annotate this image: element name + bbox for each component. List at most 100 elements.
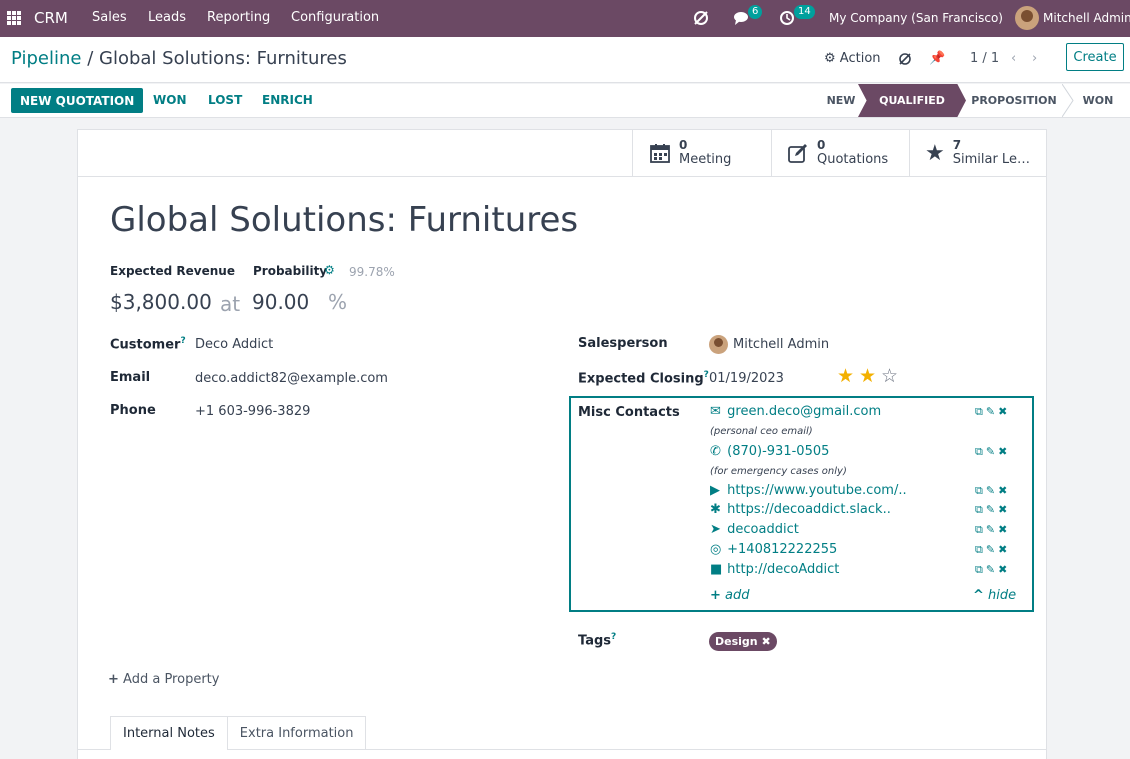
company-switcher[interactable]: My Company (San Francisco) — [829, 11, 1003, 25]
contact-phone-actions[interactable]: ⧉✎✖ — [975, 445, 1010, 459]
copy-icon[interactable]: ⧉ — [975, 405, 986, 418]
won-button[interactable]: WON — [153, 93, 186, 107]
expected-revenue-field[interactable]: $3,800.00 — [110, 290, 212, 314]
tab-internal-notes[interactable]: Internal Notes — [110, 716, 228, 750]
contact-video-actions[interactable]: ⧉✎✖ — [975, 563, 1010, 577]
remove-icon[interactable]: ✖ — [998, 543, 1010, 556]
contact-phone[interactable]: ✆ (870)-931-0505 — [710, 444, 829, 459]
tab-extra-information[interactable]: Extra Information — [227, 716, 367, 750]
menu-configuration[interactable]: Configuration — [291, 10, 379, 25]
priority-star-2-icon[interactable]: ★ — [859, 367, 876, 386]
contact-whatsapp-actions[interactable]: ⧉✎✖ — [975, 543, 1010, 557]
action-menu[interactable]: ⚙ Action — [824, 51, 881, 66]
tag-design[interactable]: Design ✖ — [709, 632, 777, 651]
copy-icon[interactable]: ⧉ — [975, 523, 986, 536]
pencil-icon[interactable]: ✎ — [986, 445, 998, 458]
customer-field[interactable]: Deco Addict — [195, 337, 273, 352]
lead-title[interactable]: Global Solutions: Furnitures — [110, 200, 578, 240]
breadcrumb-pipeline[interactable]: Pipeline — [11, 48, 81, 69]
add-property-button[interactable]: + Add a Property — [108, 672, 219, 687]
pencil-icon[interactable]: ✎ — [986, 563, 998, 576]
priority-star-3-icon[interactable]: ☆ — [881, 367, 898, 386]
copy-icon[interactable]: ⧉ — [975, 484, 986, 497]
stage-qualified[interactable]: QUALIFIED — [858, 84, 966, 117]
user-avatar[interactable] — [1015, 6, 1039, 30]
contact-video-value: http://decoAddict — [727, 562, 840, 577]
pencil-icon[interactable]: ✎ — [986, 523, 998, 536]
contact-telegram-actions[interactable]: ⧉✎✖ — [975, 523, 1010, 537]
control-panel: Pipeline / Global Solutions: Furnitures … — [0, 37, 1130, 83]
telegram-icon: ➤ — [710, 522, 721, 537]
chevron-up-icon: ^ — [973, 588, 984, 603]
priority-star-1-icon[interactable]: ★ — [837, 367, 854, 386]
salesperson-field[interactable]: Mitchell Admin — [733, 337, 829, 352]
enrich-button[interactable]: ENRICH — [262, 93, 313, 107]
pin-icon[interactable]: 📌 — [929, 51, 945, 66]
expected-closing-field[interactable]: 01/19/2023 — [709, 371, 784, 386]
activities-icon[interactable] — [779, 10, 795, 26]
automated-probability: 99.78% — [349, 265, 395, 279]
remove-icon[interactable]: ✖ — [998, 445, 1010, 458]
app-name[interactable]: CRM — [34, 9, 68, 27]
contact-slack-actions[interactable]: ⧉✎✖ — [975, 503, 1010, 517]
contact-slack[interactable]: ✱ https://decoaddict.slack.. — [710, 502, 891, 517]
remove-icon[interactable]: ✖ — [998, 405, 1010, 418]
remove-icon[interactable]: ✖ — [998, 523, 1010, 536]
pager-value[interactable]: 1 / 1 — [970, 51, 999, 66]
voip-icon[interactable] — [692, 9, 710, 27]
add-contact-link[interactable]: + add — [710, 588, 750, 603]
copy-icon[interactable]: ⧉ — [975, 563, 986, 576]
tag-remove-icon[interactable]: ✖ — [761, 635, 770, 648]
pencil-icon[interactable]: ✎ — [986, 484, 998, 497]
contact-telegram[interactable]: ➤ decoaddict — [710, 522, 799, 537]
contact-whatsapp[interactable]: ◎ +140812222255 — [710, 542, 837, 557]
similar-leads-smart-button[interactable]: ★ 7 Similar Le… — [909, 130, 1047, 176]
email-field[interactable]: deco.addict82@example.com — [195, 371, 388, 386]
probability-field[interactable]: 90.00 — [252, 290, 309, 314]
contact-phone-value: (870)-931-0505 — [727, 444, 830, 459]
action-label: Action — [839, 51, 881, 66]
stage-proposition[interactable]: PROPOSITION — [968, 84, 1060, 117]
activities-badge: 14 — [794, 5, 815, 19]
pager-previous-icon[interactable]: ‹ — [1011, 51, 1016, 66]
contact-youtube[interactable]: ▶ https://www.youtube.com/.. — [710, 483, 907, 498]
apps-menu-icon[interactable] — [7, 11, 21, 25]
remove-icon[interactable]: ✖ — [998, 484, 1010, 497]
menu-sales[interactable]: Sales — [92, 10, 127, 25]
breadcrumb-separator: / — [87, 48, 94, 69]
remove-icon[interactable]: ✖ — [998, 503, 1010, 516]
menu-leads[interactable]: Leads — [148, 10, 186, 25]
gear-icon: ⚙ — [824, 51, 836, 66]
contact-youtube-value: https://www.youtube.com/.. — [727, 483, 907, 498]
copy-icon[interactable]: ⧉ — [975, 503, 986, 516]
hide-contacts-link[interactable]: ^ hide — [973, 588, 1016, 603]
copy-icon[interactable]: ⧉ — [975, 445, 986, 458]
new-quotation-button[interactable]: NEW QUOTATION — [11, 88, 144, 113]
pager-next-icon[interactable]: › — [1032, 51, 1037, 66]
stage-new[interactable]: NEW — [818, 84, 864, 117]
contact-youtube-actions[interactable]: ⧉✎✖ — [975, 484, 1010, 498]
calendar-icon — [650, 144, 670, 163]
menu-reporting[interactable]: Reporting — [207, 10, 270, 25]
pencil-icon[interactable]: ✎ — [986, 405, 998, 418]
contact-video[interactable]: ■ http://decoAddict — [710, 562, 839, 577]
voip-record-icon[interactable] — [898, 52, 912, 66]
lost-button[interactable]: LOST — [208, 93, 242, 107]
contact-email[interactable]: ✉ green.deco@gmail.com — [710, 404, 881, 419]
user-menu[interactable]: Mitchell Admin — [1043, 11, 1130, 25]
pencil-icon[interactable]: ✎ — [986, 503, 998, 516]
stage-won[interactable]: WON — [1076, 84, 1120, 117]
create-button[interactable]: Create — [1066, 43, 1124, 71]
phone-field[interactable]: +1 603-996-3829 — [195, 404, 310, 419]
quotations-smart-button[interactable]: 0 Quotations — [771, 130, 909, 176]
tags-help-icon[interactable]: ? — [611, 632, 616, 642]
smart-buttons-divider — [78, 176, 1046, 177]
breadcrumb-current: Global Solutions: Furnitures — [99, 48, 347, 69]
remove-icon[interactable]: ✖ — [998, 563, 1010, 576]
probability-gear-icon[interactable]: ⚙ — [324, 263, 335, 277]
copy-icon[interactable]: ⧉ — [975, 543, 986, 556]
pencil-icon[interactable]: ✎ — [986, 543, 998, 556]
meeting-smart-button[interactable]: 0 Meeting — [632, 130, 771, 176]
customer-help-icon[interactable]: ? — [180, 336, 185, 346]
contact-email-actions[interactable]: ⧉✎✖ — [975, 405, 1010, 419]
